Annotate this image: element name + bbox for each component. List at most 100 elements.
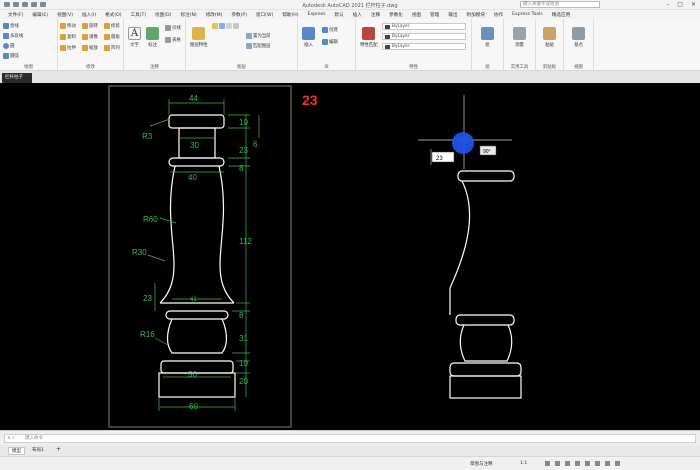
ribbon-tab-featured-apps[interactable]: 精选应用 [552,12,570,18]
menu-item[interactable]: 标注(N) [180,12,196,18]
line-button[interactable]: 直线 [3,23,19,29]
make-current-button[interactable]: 置为当前 [246,33,271,39]
panel-label[interactable]: 图层 [186,64,297,70]
rotate-icon [82,23,88,29]
customize-menu-icon[interactable] [615,461,620,466]
grid-icon[interactable] [545,461,550,466]
drawing-canvas[interactable]: 44 R3 10 30 23 6 8 40 R60 112 R30 23 41 … [0,83,700,430]
menu-item[interactable]: 窗口(W) [256,12,273,18]
ribbon-tab-addins[interactable]: 附加模块 [467,12,485,18]
copy-button[interactable]: 复制 [60,34,76,40]
polyline-button[interactable]: 多段线 [3,33,23,39]
leader-button[interactable]: 引线 [165,25,181,31]
scale-button[interactable]: 缩放 [82,45,98,51]
array-button[interactable]: 阵列 [104,45,120,51]
dim-text-6: 6 [253,140,258,149]
sun-icon[interactable] [219,23,225,29]
stretch-button[interactable]: 拉伸 [60,45,76,51]
utilities-panel: 测量 实用工具 [504,19,536,71]
dimension-button[interactable]: 标注 [146,27,159,48]
ribbon-tab-output[interactable]: 输出 [448,12,457,18]
lineweight-icon[interactable] [595,461,600,466]
ribbon-tab-collaborate[interactable]: 协作 [494,12,503,18]
edit-block-button[interactable]: 编辑 [322,39,338,45]
color-dropdown[interactable]: ByLayer [382,23,466,30]
menu-item[interactable]: 插入(I) [82,12,96,18]
match-properties-button[interactable]: 特性匹配 [360,27,378,48]
dim-text-10b: 10 [239,359,248,368]
annotation-scale[interactable]: 1:1 [520,461,527,466]
ortho-icon[interactable] [565,461,570,466]
table-button[interactable]: 表格 [165,37,181,43]
ribbon-tab-annotate[interactable]: 注释 [371,12,380,18]
panel-label[interactable]: 特性 [356,64,471,70]
panel-label[interactable]: 实用工具 [504,64,535,70]
panel-label[interactable]: 块 [298,64,355,70]
command-input[interactable]: 键入命令 [4,434,696,443]
ribbon-tab-view[interactable]: 视图 [412,12,421,18]
lightbulb-icon[interactable] [212,23,218,29]
dim-text-r16: R16 [140,330,155,339]
insert-block-button[interactable]: 插入 [302,27,315,48]
table-icon [165,37,171,43]
linetype-dropdown[interactable]: ByLayer [382,43,466,50]
menu-item[interactable]: 绘图(D) [155,12,171,18]
ribbon-tab-home[interactable]: 默认 [334,12,343,18]
panel-label[interactable]: 组 [472,64,503,70]
panel-label[interactable]: 剪贴板 [536,64,563,70]
circle-button[interactable]: 圆 [3,43,14,49]
menu-item[interactable]: 文件(F) [8,12,23,18]
menu-item[interactable]: 参数(P) [231,12,247,18]
trim-icon [104,23,110,29]
rotate-button[interactable]: 旋转 [82,23,98,29]
match-layer-button[interactable]: 匹配图层 [246,43,271,49]
menu-item[interactable]: 编辑(E) [32,12,48,18]
panel-label[interactable]: 修改 [58,64,123,70]
osnap-icon[interactable] [585,461,590,466]
menu-item[interactable]: 修改(M) [206,12,223,18]
upper-ring [168,157,225,167]
ribbon-tab-express-tools[interactable]: Express Tools [512,12,543,17]
measure-button[interactable]: 测量 [513,27,526,48]
text-button[interactable]: A 文字 [128,27,141,48]
fillet-button[interactable]: 圆角 [104,34,120,40]
ribbon-tab-parametric[interactable]: 参数化 [389,12,403,18]
close-icon[interactable]: ✕ [691,1,696,8]
panel-label[interactable]: 视图 [564,64,593,70]
menu-item[interactable]: 帮助(H) [282,12,298,18]
snap-icon[interactable] [555,461,560,466]
ribbon-tab-manage[interactable]: 管理 [430,12,439,18]
lock-icon[interactable] [226,23,232,29]
menu-item[interactable]: 格式(O) [105,12,121,18]
arc-button[interactable]: 圆弧 [3,53,19,59]
add-layout-icon[interactable]: + [56,446,61,453]
tab-model[interactable]: 模型 [8,447,25,455]
lineweight-dropdown[interactable]: ByLayer [382,33,466,40]
menu-item[interactable]: 视图(V) [57,12,73,18]
length-input-value: 23 [436,156,443,162]
base-view-button[interactable]: 基点 [572,27,585,48]
polar-icon[interactable] [575,461,580,466]
workspace-gear-icon[interactable] [605,461,610,466]
ribbon-tab-insert[interactable]: 插入 [353,12,362,18]
mirror-button[interactable]: 镜像 [82,34,98,40]
tab-layout1[interactable]: 布局1 [32,447,44,453]
panel-label[interactable]: 注释 [124,64,185,70]
layer-properties-button[interactable]: 图层特性 [190,27,208,48]
move-button[interactable]: 移动 [60,23,76,29]
panel-label[interactable]: 绘图 [0,64,57,70]
create-block-button[interactable]: 创建 [322,27,338,33]
document-tab-active[interactable]: 栏杆柱子 [2,73,32,83]
maximize-icon[interactable]: □ [677,1,683,8]
drawn-ring-top [457,170,515,182]
workspace-label[interactable]: 草图与注释 [470,461,493,467]
group-button[interactable]: 组 [481,27,494,48]
menu-item[interactable]: Express [308,12,326,17]
color-swatch-icon[interactable] [233,23,239,29]
minimize-icon[interactable]: – [666,1,669,8]
paste-button[interactable]: 粘贴 [543,27,556,48]
menu-item[interactable]: 工具(T) [131,12,147,18]
search-input[interactable]: 键入关键字或短语 [520,1,600,8]
trim-button[interactable]: 修剪 [104,23,120,29]
scale-icon [82,45,88,51]
